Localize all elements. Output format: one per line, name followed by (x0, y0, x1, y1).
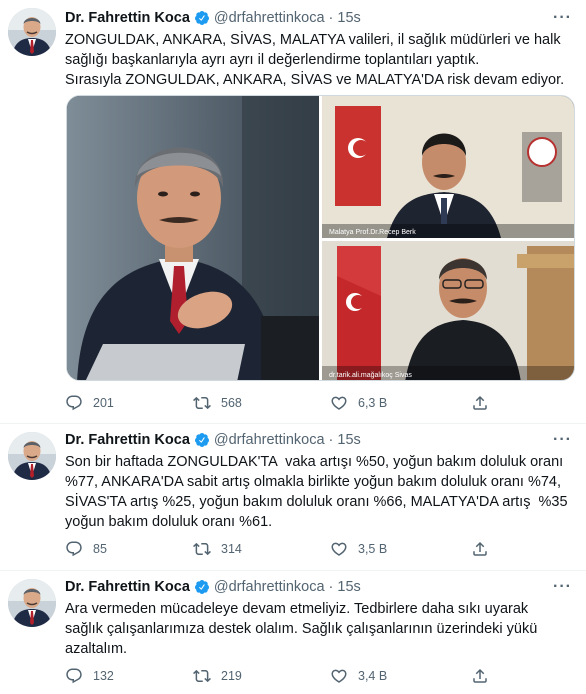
tweet-text: Son bir haftada ZONGULDAK'TA vaka artışı… (65, 452, 575, 532)
avatar[interactable] (8, 432, 56, 480)
media-caption: Malatya Prof.Dr.Recep Berk (329, 229, 416, 236)
author-handle[interactable]: @drfahrettinkoca (214, 10, 325, 26)
more-options-icon[interactable]: ··· (553, 10, 572, 26)
photo-right-bottom[interactable]: dr.tarik.ali.mağalıkoç Sivas (322, 241, 575, 381)
share-icon (473, 668, 487, 683)
share-button[interactable] (471, 539, 499, 559)
tweet[interactable]: Dr. Fahrettin Koca @drfahrettinkoca · 15… (0, 0, 586, 422)
more-options-icon[interactable]: ··· (553, 432, 572, 448)
verified-badge-icon (194, 579, 210, 595)
tweet-actions: 132 219 3,4 B (65, 666, 495, 686)
heart-icon (331, 396, 347, 410)
heart-icon (331, 542, 347, 556)
like-count: 6,3 B (358, 396, 388, 410)
reply-button[interactable]: 85 (65, 539, 107, 559)
like-button[interactable]: 3,4 B (330, 666, 387, 686)
retweet-button[interactable]: 568 (193, 393, 242, 413)
tweet-header: Dr. Fahrettin Koca @drfahrettinkoca · 15… (65, 577, 361, 597)
like-count: 3,4 B (358, 669, 388, 683)
author-handle[interactable]: @drfahrettinkoca (214, 432, 325, 448)
media-photos: Malatya Prof.Dr.Recep Berk dr.tarik.ali.… (67, 96, 575, 381)
reply-count: 201 (93, 396, 114, 410)
tweet-text-line: Ara vermeden mücadeleye devam etmeliyiz.… (65, 601, 529, 617)
retweet-icon (193, 396, 211, 410)
reply-button[interactable]: 132 (65, 666, 114, 686)
author-name[interactable]: Dr. Fahrettin Koca (65, 579, 190, 595)
tweet-text-line: Sırasıyla ZONGULDAK, ANKARA, SİVAS ve MA… (65, 72, 565, 88)
share-icon (473, 541, 487, 556)
avatar[interactable] (8, 8, 56, 56)
retweet-count: 314 (221, 542, 242, 556)
share-button[interactable] (471, 393, 499, 413)
tweet-text-line: yoğun bakım doluluk oranı %61. (65, 514, 273, 530)
tweet-time[interactable]: 15s (337, 579, 360, 595)
retweet-button[interactable]: 219 (193, 666, 242, 686)
like-count: 3,5 B (358, 542, 388, 556)
tweet-text-line: Son bir haftada ZONGULDAK'TA vaka artışı… (65, 454, 564, 470)
tweet-actions: 85 314 3,5 B (65, 539, 495, 559)
tweet-text-line: sağlığı başkanlarıyla ayrı ayrı il değer… (65, 52, 480, 68)
separator-dot: · (328, 432, 334, 448)
reply-count: 132 (93, 669, 114, 683)
verified-badge-icon (194, 10, 210, 26)
reply-button[interactable]: 201 (65, 393, 114, 413)
avatar[interactable] (8, 579, 56, 627)
photo-right-top[interactable]: Malatya Prof.Dr.Recep Berk (322, 96, 575, 238)
tweet-text-line: azaltalım. (65, 641, 128, 657)
like-button[interactable]: 6,3 B (330, 393, 387, 413)
author-name[interactable]: Dr. Fahrettin Koca (65, 10, 190, 26)
heart-icon (331, 669, 347, 683)
reply-icon (66, 541, 82, 557)
media-caption: dr.tarik.ali.mağalıkoç Sivas (329, 372, 412, 379)
tweet-header: Dr. Fahrettin Koca @drfahrettinkoca · 15… (65, 430, 361, 450)
reply-count: 85 (93, 542, 107, 556)
share-button[interactable] (471, 666, 499, 686)
tweet-text-line: SİVAS'TA artış %25, yoğun bakım doluluk … (65, 494, 568, 510)
retweet-icon (193, 669, 211, 683)
tweet[interactable]: Dr. Fahrettin Koca @drfahrettinkoca · 15… (0, 571, 586, 694)
tweet-text-line: sağlık çalışanlarımıza destek olalım. Sa… (65, 621, 538, 637)
tweet-text: ZONGULDAK, ANKARA, SİVAS, MALATYA valile… (65, 30, 575, 90)
tweet-text-line: ZONGULDAK, ANKARA, SİVAS, MALATYA valile… (65, 32, 561, 48)
photo-left[interactable] (67, 96, 319, 381)
retweet-count: 219 (221, 669, 242, 683)
retweet-button[interactable]: 314 (193, 539, 242, 559)
retweet-count: 568 (221, 396, 242, 410)
retweet-icon (193, 542, 211, 556)
reply-icon (66, 395, 82, 411)
tweet[interactable]: Dr. Fahrettin Koca @drfahrettinkoca · 15… (0, 424, 586, 570)
author-name[interactable]: Dr. Fahrettin Koca (65, 432, 190, 448)
verified-badge-icon (194, 432, 210, 448)
tweet-actions: 201 568 6,3 B (65, 393, 495, 413)
separator-dot: · (328, 10, 334, 26)
author-handle[interactable]: @drfahrettinkoca (214, 579, 325, 595)
tweet-text: Ara vermeden mücadeleye devam etmeliyiz.… (65, 599, 575, 659)
reply-icon (66, 668, 82, 684)
tweet-time[interactable]: 15s (337, 432, 360, 448)
tweet-text-line: %77, ANKARA'DA sabit artış olmakla birli… (65, 474, 562, 490)
tweet-header: Dr. Fahrettin Koca @drfahrettinkoca · 15… (65, 8, 361, 28)
separator-dot: · (328, 579, 334, 595)
like-button[interactable]: 3,5 B (330, 539, 387, 559)
share-icon (473, 395, 487, 410)
tweet-media[interactable]: Malatya Prof.Dr.Recep Berk dr.tarik.ali.… (66, 95, 575, 381)
tweet-time[interactable]: 15s (337, 10, 360, 26)
more-options-icon[interactable]: ··· (553, 579, 572, 595)
